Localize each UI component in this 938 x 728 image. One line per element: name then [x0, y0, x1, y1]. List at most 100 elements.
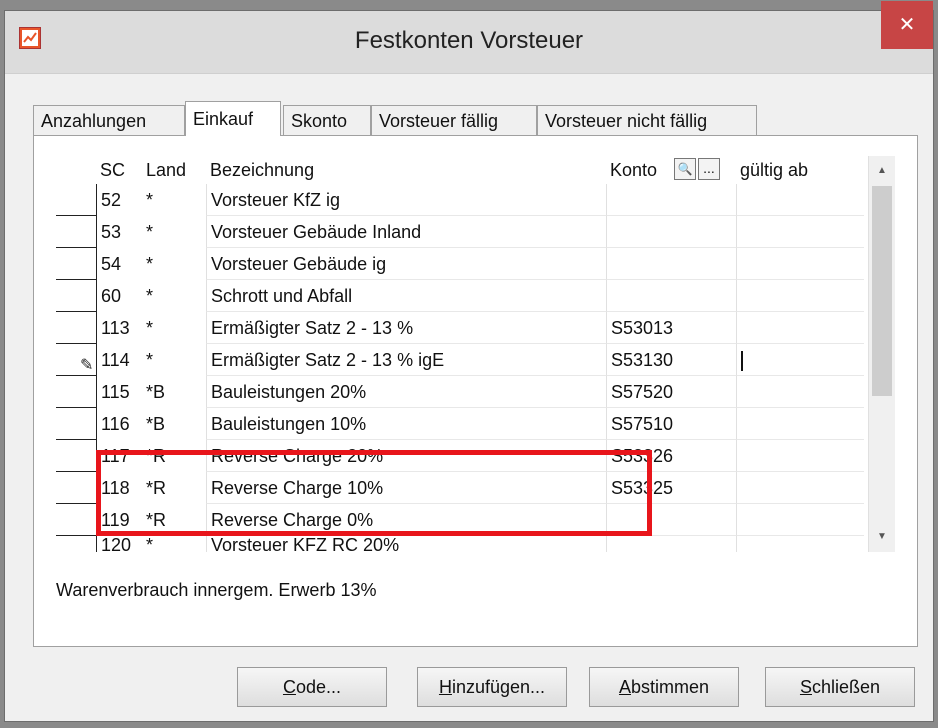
cell-bezeichnung[interactable]: Ermäßigter Satz 2 - 13 % igE [206, 344, 606, 376]
row-selector[interactable] [56, 312, 96, 344]
cell-land: * [146, 536, 154, 552]
tab-anzahlungen[interactable]: Anzahlungen [33, 105, 185, 135]
column-header-konto[interactable]: Konto [610, 160, 657, 181]
cell-land: * [146, 222, 154, 242]
cell-sc: 113 [96, 312, 142, 344]
cell-bezeichnung[interactable]: Vorsteuer Gebäude Inland [206, 216, 606, 248]
table-row[interactable]: 120 * Vorsteuer KFZ RC 20% [56, 536, 896, 552]
row-selector[interactable] [56, 280, 96, 312]
match-button-accel: A [618, 677, 631, 697]
add-button-label: inzufügen... [451, 677, 546, 697]
close-button-label: chließen [811, 677, 881, 697]
cell-sc: 114 [96, 344, 142, 376]
row-selector[interactable] [56, 376, 96, 408]
table-row[interactable]: 54 * Vorsteuer Gebäude ig [56, 248, 896, 280]
cell-sc: 54 [96, 248, 142, 280]
cell-konto[interactable]: S57510 [606, 408, 736, 440]
code-button[interactable]: Code... [237, 667, 387, 707]
cell-bezeichnung[interactable]: Vorsteuer KfZ ig [206, 184, 606, 216]
cell-land: * [146, 350, 154, 370]
scroll-up-icon[interactable]: ▲ [869, 160, 895, 182]
tab-skonto[interactable]: Skonto [283, 105, 371, 135]
row-selector[interactable] [56, 184, 96, 216]
cell-gueltig-ab-editor[interactable] [736, 344, 864, 376]
cell-sc: 115 [96, 376, 142, 408]
table-row[interactable]: 116 *B Bauleistungen 10% S57510 [56, 408, 896, 440]
cell-land: * [146, 254, 154, 274]
tab-vorsteuer-nicht-faellig[interactable]: Vorsteuer nicht fällig [537, 105, 757, 135]
cell-konto[interactable] [606, 536, 736, 552]
cell-konto[interactable]: S53130 [606, 344, 736, 376]
tab-vorsteuer-faellig[interactable]: Vorsteuer fällig [371, 105, 537, 135]
column-header-bezeichnung[interactable]: Bezeichnung [210, 160, 314, 181]
row-selector[interactable] [56, 472, 96, 504]
table-row[interactable]: 52 * Vorsteuer KfZ ig [56, 184, 896, 216]
cell-land: *B [146, 414, 166, 434]
cell-konto[interactable] [606, 248, 736, 280]
cell-bezeichnung[interactable]: Ermäßigter Satz 2 - 13 % [206, 312, 606, 344]
cell-bezeichnung[interactable]: Bauleistungen 10% [206, 408, 606, 440]
cell-konto[interactable] [606, 216, 736, 248]
column-header-sc[interactable]: SC [100, 160, 125, 181]
table-row[interactable]: 115 *B Bauleistungen 20% S57520 [56, 376, 896, 408]
cell-gueltig-ab[interactable] [736, 376, 864, 408]
accounts-grid[interactable]: SC Land Bezeichnung Konto 🔍 ... gültig a… [56, 156, 896, 552]
scrollbar-thumb[interactable] [872, 186, 892, 396]
cell-konto[interactable]: S57520 [606, 376, 736, 408]
row-selector[interactable] [56, 248, 96, 280]
match-button-label: bstimmen [630, 677, 710, 697]
cell-land: * [146, 190, 154, 210]
tab-einkauf[interactable]: Einkauf [185, 101, 281, 136]
cell-land: * [146, 318, 154, 338]
search-account-button[interactable]: 🔍 [674, 158, 696, 180]
row-selector[interactable] [56, 216, 96, 248]
row-selector[interactable] [56, 408, 96, 440]
close-icon[interactable]: ✕ [881, 1, 933, 49]
cell-konto[interactable] [606, 280, 736, 312]
add-button[interactable]: Hinzufügen... [417, 667, 567, 707]
close-button[interactable]: Schließen [765, 667, 915, 707]
row-selector[interactable] [56, 504, 96, 536]
close-button-accel: S [799, 677, 812, 697]
title-bar[interactable]: Festkonten Vorsteuer ✕ [5, 1, 933, 74]
cell-gueltig-ab[interactable] [736, 216, 864, 248]
vertical-scrollbar[interactable]: ▲ ▼ [868, 156, 895, 552]
table-row[interactable]: 60 * Schrott und Abfall [56, 280, 896, 312]
row-selector[interactable] [56, 440, 96, 472]
row-selector[interactable] [56, 536, 96, 552]
cell-konto[interactable]: S53013 [606, 312, 736, 344]
cell-konto[interactable] [606, 184, 736, 216]
cell-sc: 60 [96, 280, 142, 312]
cell-gueltig-ab[interactable] [736, 312, 864, 344]
match-button[interactable]: Abstimmen [589, 667, 739, 707]
cell-gueltig-ab[interactable] [736, 184, 864, 216]
add-button-accel: H [438, 677, 452, 697]
column-header-gueltig-ab[interactable]: gültig ab [740, 160, 808, 181]
cell-gueltig-ab[interactable] [736, 504, 864, 536]
cell-sc: 116 [96, 408, 142, 440]
cell-gueltig-ab[interactable] [736, 440, 864, 472]
cell-gueltig-ab[interactable] [736, 248, 864, 280]
cell-gueltig-ab[interactable] [736, 536, 864, 552]
scroll-down-icon[interactable]: ▼ [869, 526, 895, 548]
more-options-button[interactable]: ... [698, 158, 720, 180]
table-row[interactable]: 113 * Ermäßigter Satz 2 - 13 % S53013 [56, 312, 896, 344]
cell-sc: 52 [96, 184, 142, 216]
cell-sc: 53 [96, 216, 142, 248]
cell-bezeichnung[interactable]: Vorsteuer Gebäude ig [206, 248, 606, 280]
code-button-accel: C [282, 677, 296, 697]
row-selector[interactable]: ✎ [56, 344, 96, 376]
cell-bezeichnung[interactable]: Bauleistungen 20% [206, 376, 606, 408]
column-header-land[interactable]: Land [146, 160, 186, 181]
table-row[interactable]: 53 * Vorsteuer Gebäude Inland [56, 216, 896, 248]
cell-land: *B [146, 382, 166, 402]
tab-panel-einkauf: SC Land Bezeichnung Konto 🔍 ... gültig a… [33, 135, 918, 647]
table-row-editing[interactable]: ✎ 114 * Ermäßigter Satz 2 - 13 % igE S53… [56, 344, 896, 376]
cell-sc: 120 [96, 536, 142, 552]
cell-gueltig-ab[interactable] [736, 408, 864, 440]
cell-land: * [146, 286, 154, 306]
cell-bezeichnung[interactable]: Schrott und Abfall [206, 280, 606, 312]
cell-bezeichnung[interactable]: Vorsteuer KFZ RC 20% [206, 536, 606, 552]
cell-gueltig-ab[interactable] [736, 280, 864, 312]
cell-gueltig-ab[interactable] [736, 472, 864, 504]
